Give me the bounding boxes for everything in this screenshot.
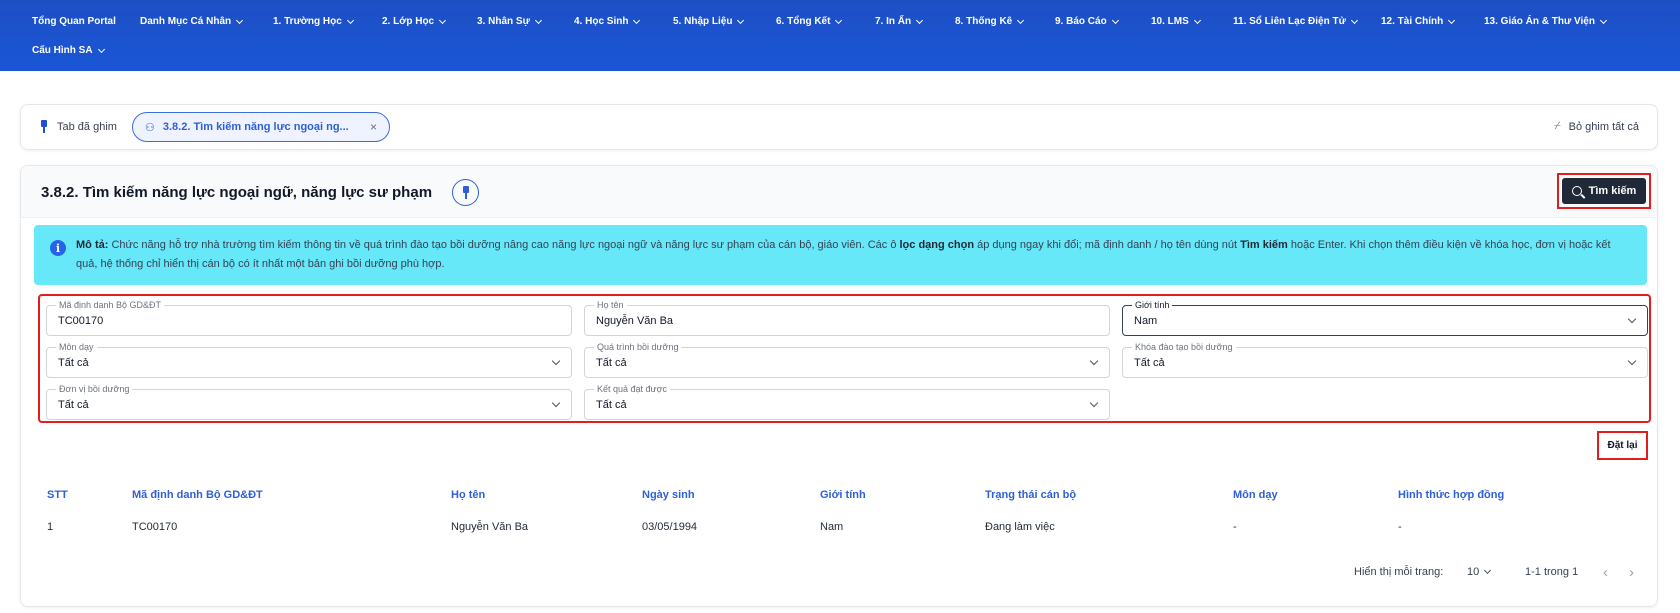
filter-panel: Mã định danh Bộ GD&ĐT TC00170 Họ tên Ngu… [38,294,1651,423]
chevron-down-icon [1350,16,1358,24]
nav-item-bao-cao[interactable]: 9. Báo Cáo [1055,16,1119,27]
pagination-range: 1-1 trong 1 [1525,566,1579,578]
rows-per-page-label: Hiển thị mỗi trang: [1354,566,1444,578]
cell-ho-ten: Nguyễn Văn Ba [451,521,529,533]
reset-button-highlight: Đặt lại [1597,431,1648,460]
chevron-down-icon [236,16,244,24]
sitemap-icon: ⚇ [145,121,155,134]
chevron-down-icon [534,16,542,24]
chevron-down-icon [1484,566,1492,575]
nav-item-truong-hoc[interactable]: 1. Trường Học [273,16,354,27]
ket-qua-select[interactable]: Kết quả đạt được Tất cả [584,383,1110,420]
nav-item-so-lien-lac[interactable]: 11. Sổ Liên Lạc Điện Tử [1233,16,1358,27]
don-vi-select[interactable]: Đơn vị bồi dưỡng Tất cả [46,383,572,420]
nav-item-tong-quan[interactable]: Tổng Quan Portal [32,16,116,27]
column-header-trang-thai[interactable]: Trạng thái cán bộ [985,489,1076,501]
nav-item-thong-ke[interactable]: 8. Thống Kê [955,16,1025,27]
column-header-mon-day[interactable]: Môn dạy [1233,489,1278,501]
chevron-down-icon [835,16,843,24]
chevron-down-icon [1089,356,1099,366]
top-navigation: Tổng Quan Portal Danh Mục Cá Nhân 1. Trư… [0,0,1680,71]
info-icon: i [50,240,66,256]
nav-item-tai-chinh[interactable]: 12. Tài Chính [1381,16,1456,27]
khoa-dao-tao-select[interactable]: Khóa đào tạo bồi dưỡng Tất cả [1122,341,1648,378]
column-header-hinh-thuc-hop-dong[interactable]: Hình thức hợp đồng [1398,489,1504,501]
nav-item-giao-an[interactable]: 13. Giáo Án & Thư Viện [1484,16,1608,27]
nav-item-lop-hoc[interactable]: 2. Lớp Học [382,16,447,27]
chevron-down-icon [1193,16,1201,24]
nav-item-nhap-lieu[interactable]: 5. Nhập Liệu [673,16,745,27]
pinned-tab[interactable]: ⚇ 3.8.2. Tìm kiếm năng lực ngoại ng... × [132,112,390,142]
column-header-ma-dinh-danh[interactable]: Mã định danh Bộ GD&ĐT [132,489,263,501]
reset-button[interactable]: Đặt lại [1607,440,1637,451]
prev-page-button[interactable]: ‹ [1603,564,1608,581]
search-button-highlight: Tìm kiếm [1557,173,1651,209]
qua-trinh-select[interactable]: Quá trình bồi dưỡng Tất cả [584,341,1110,378]
ho-ten-input[interactable]: Họ tên Nguyễn Văn Ba [584,299,1110,336]
chevron-down-icon [1627,314,1637,324]
cell-trang-thai: Đang làm việc [985,521,1055,533]
chevron-down-icon [737,16,745,24]
next-page-button[interactable]: › [1629,564,1634,581]
description-banner: i Mô tả: Chức năng hỗ trợ nhà trường tìm… [34,225,1647,285]
mon-day-select[interactable]: Môn dạy Tất cả [46,341,572,378]
search-card: 3.8.2. Tìm kiếm năng lực ngoại ngữ, năng… [20,165,1658,607]
column-header-stt[interactable]: STT [47,489,68,501]
chevron-down-icon [551,356,561,366]
chevron-down-icon [346,16,354,24]
page-title: 3.8.2. Tìm kiếm năng lực ngoại ngữ, năng… [41,184,433,201]
nav-item-hoc-sinh[interactable]: 4. Học Sinh [574,16,641,27]
chevron-down-icon [1627,356,1637,366]
nav-item-nhan-su[interactable]: 3. Nhân Sự [477,16,542,27]
chevron-down-icon [916,16,924,24]
search-button[interactable]: Tìm kiếm [1562,178,1646,204]
pinned-tab-label: 3.8.2. Tìm kiếm năng lực ngoại ng... [162,121,349,133]
close-icon[interactable]: × [370,120,377,134]
nav-item-tong-ket[interactable]: 6. Tổng Kết [776,16,843,27]
card-header: 3.8.2. Tìm kiếm năng lực ngoại ngữ, năng… [21,166,1657,218]
cell-ma-dinh-danh: TC00170 [132,521,178,533]
gioi-tinh-select[interactable]: Giới tính Nam [1122,299,1648,336]
cell-mon-day: - [1233,521,1237,533]
pin-icon [461,186,471,199]
rows-per-page-select[interactable]: 10 [1467,566,1492,578]
chevron-down-icon [1089,398,1099,408]
search-icon [1571,186,1582,196]
column-header-gioi-tinh[interactable]: Giới tính [820,489,866,501]
pin-icon [39,120,49,133]
chevron-down-icon [439,16,447,24]
cell-gioi-tinh: Nam [820,521,844,533]
chevron-down-icon [1448,16,1456,24]
chevron-down-icon [97,45,105,53]
cell-hinh-thuc-hop-dong: - [1398,521,1402,533]
unpin-all-button[interactable]: ⌿ Bỏ ghim tất cả [1554,120,1639,133]
chevron-down-icon [1111,16,1119,24]
nav-item-in-an[interactable]: 7. In Ấn [875,16,924,27]
chevron-down-icon [633,16,641,24]
column-header-ngay-sinh[interactable]: Ngày sinh [642,489,695,501]
nav-item-danh-muc-ca-nhan[interactable]: Danh Mục Cá Nhân [140,16,244,27]
nav-item-cau-hinh-sa[interactable]: Cấu Hình SA [32,45,105,56]
pinned-label: Tab đã ghim [39,120,117,133]
chevron-down-icon [551,398,561,408]
chevron-down-icon [1017,16,1025,24]
cell-ngay-sinh: 03/05/1994 [642,521,698,533]
pin-page-button[interactable] [452,179,479,206]
column-header-ho-ten[interactable]: Họ tên [451,489,485,501]
nav-item-lms[interactable]: 10. LMS [1151,16,1201,27]
pinned-tabs-bar: Tab đã ghim ⚇ 3.8.2. Tìm kiếm năng lực n… [20,104,1658,150]
cell-stt: 1 [47,521,54,533]
chevron-down-icon [1599,16,1608,24]
unpin-icon: ⌿ [1554,120,1561,132]
ma-dinh-danh-input[interactable]: Mã định danh Bộ GD&ĐT TC00170 [46,299,572,336]
